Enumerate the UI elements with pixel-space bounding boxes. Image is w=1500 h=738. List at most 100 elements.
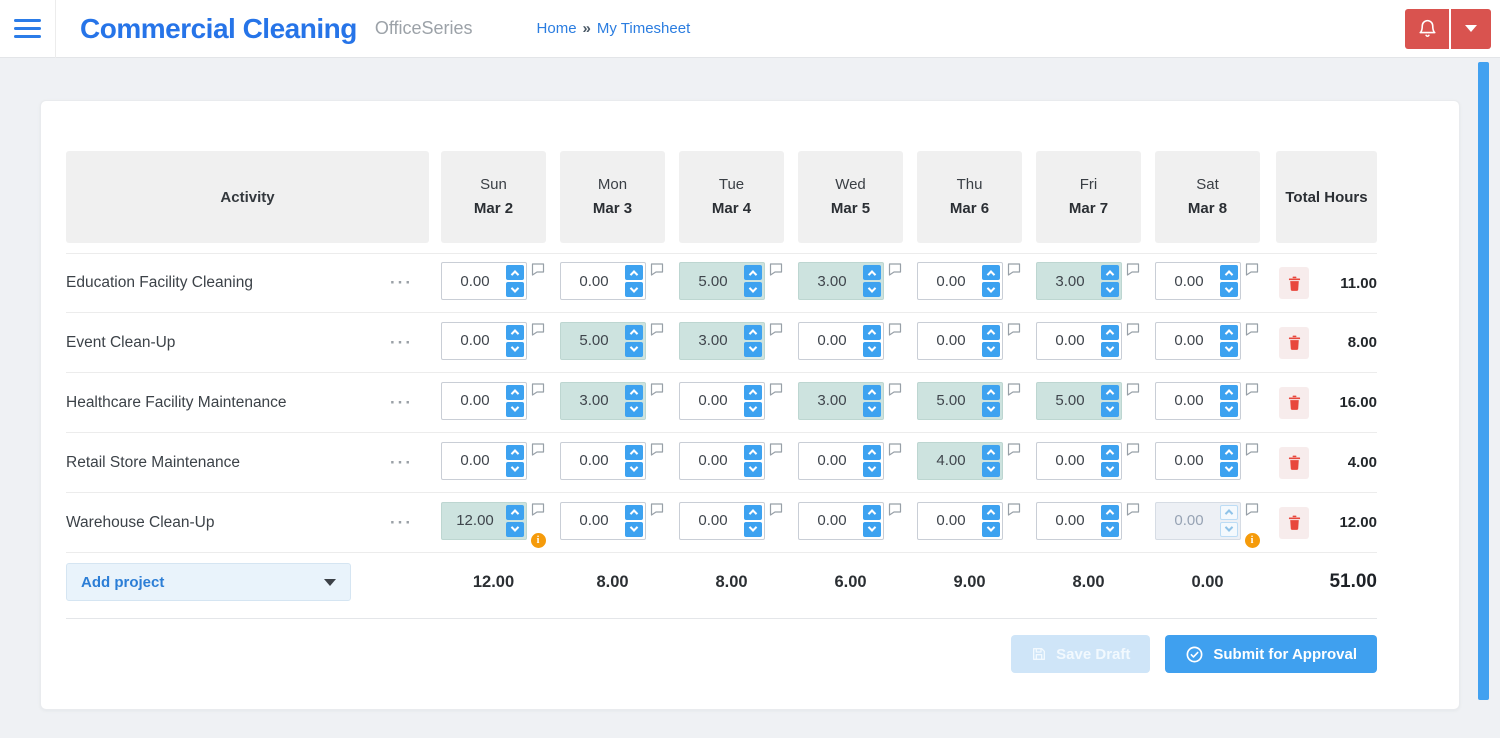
hours-input[interactable]: 0.00 xyxy=(917,262,1003,300)
increment-button[interactable] xyxy=(1101,505,1119,520)
decrement-button[interactable] xyxy=(863,522,881,537)
hours-input[interactable]: 0.00 xyxy=(1036,322,1122,360)
delete-row-button[interactable] xyxy=(1279,447,1309,479)
decrement-button[interactable] xyxy=(744,462,762,477)
increment-button[interactable] xyxy=(863,325,881,340)
hours-input[interactable]: 3.00 xyxy=(798,382,884,420)
increment-button[interactable] xyxy=(625,445,643,460)
decrement-button[interactable] xyxy=(625,282,643,297)
comment-icon[interactable] xyxy=(1126,383,1140,396)
hamburger-icon[interactable] xyxy=(0,0,56,58)
decrement-button[interactable] xyxy=(1220,342,1238,357)
increment-button[interactable] xyxy=(744,505,762,520)
decrement-button[interactable] xyxy=(744,402,762,417)
page-scrollbar-thumb[interactable] xyxy=(1478,62,1489,700)
decrement-button[interactable] xyxy=(1101,402,1119,417)
increment-button[interactable] xyxy=(1220,505,1238,520)
notifications-button[interactable] xyxy=(1405,9,1449,49)
comment-icon[interactable] xyxy=(1007,383,1021,396)
hours-input[interactable]: 3.00 xyxy=(679,322,765,360)
hours-input[interactable]: 3.00 xyxy=(798,262,884,300)
decrement-button[interactable] xyxy=(982,402,1000,417)
decrement-button[interactable] xyxy=(863,462,881,477)
comment-icon[interactable] xyxy=(1126,443,1140,456)
decrement-button[interactable] xyxy=(982,522,1000,537)
hours-input[interactable]: 0.00 xyxy=(917,502,1003,540)
comment-icon[interactable] xyxy=(1245,443,1259,456)
increment-button[interactable] xyxy=(506,385,524,400)
hours-input[interactable]: 0.00 xyxy=(798,502,884,540)
breadcrumb-home-link[interactable]: Home xyxy=(537,20,577,37)
hours-input[interactable]: 0.00 xyxy=(1155,442,1241,480)
comment-icon[interactable] xyxy=(531,383,545,396)
submit-for-approval-button[interactable]: Submit for Approval xyxy=(1165,635,1377,673)
decrement-button[interactable] xyxy=(982,282,1000,297)
comment-icon[interactable] xyxy=(888,383,902,396)
hours-input[interactable]: 0.00 xyxy=(1036,442,1122,480)
hours-input[interactable]: 0.00 xyxy=(679,502,765,540)
hours-input[interactable]: 0.00 xyxy=(560,262,646,300)
increment-button[interactable] xyxy=(744,385,762,400)
comment-icon[interactable] xyxy=(1126,263,1140,276)
comment-icon[interactable] xyxy=(1126,323,1140,336)
save-draft-button[interactable]: Save Draft xyxy=(1011,635,1150,673)
comment-icon[interactable] xyxy=(1245,383,1259,396)
comment-icon[interactable] xyxy=(531,503,545,516)
decrement-button[interactable] xyxy=(863,402,881,417)
hours-input[interactable]: 5.00 xyxy=(679,262,765,300)
hours-input[interactable]: 0.00 xyxy=(798,322,884,360)
breadcrumb-current[interactable]: My Timesheet xyxy=(597,20,690,37)
increment-button[interactable] xyxy=(625,505,643,520)
comment-icon[interactable] xyxy=(769,323,783,336)
increment-button[interactable] xyxy=(982,325,1000,340)
decrement-button[interactable] xyxy=(1101,462,1119,477)
decrement-button[interactable] xyxy=(506,342,524,357)
decrement-button[interactable] xyxy=(1220,402,1238,417)
decrement-button[interactable] xyxy=(625,462,643,477)
increment-button[interactable] xyxy=(1101,265,1119,280)
hours-input[interactable]: 0.00 xyxy=(1036,502,1122,540)
increment-button[interactable] xyxy=(982,445,1000,460)
increment-button[interactable] xyxy=(863,505,881,520)
hours-input[interactable]: 0.00 xyxy=(1155,262,1241,300)
comment-icon[interactable] xyxy=(888,503,902,516)
comment-icon[interactable] xyxy=(1245,263,1259,276)
comment-icon[interactable] xyxy=(531,443,545,456)
comment-icon[interactable] xyxy=(1245,503,1259,516)
delete-row-button[interactable] xyxy=(1279,327,1309,359)
increment-button[interactable] xyxy=(506,265,524,280)
comment-icon[interactable] xyxy=(1007,443,1021,456)
comment-icon[interactable] xyxy=(650,263,664,276)
increment-button[interactable] xyxy=(1101,325,1119,340)
comment-icon[interactable] xyxy=(769,443,783,456)
comment-icon[interactable] xyxy=(1245,323,1259,336)
hours-input[interactable]: 4.00 xyxy=(917,442,1003,480)
row-options-ellipsis-icon[interactable]: ··· xyxy=(390,338,413,348)
decrement-button[interactable] xyxy=(625,342,643,357)
comment-icon[interactable] xyxy=(888,443,902,456)
increment-button[interactable] xyxy=(982,385,1000,400)
hours-input[interactable]: 3.00 xyxy=(1036,262,1122,300)
hours-input[interactable]: 5.00 xyxy=(917,382,1003,420)
increment-button[interactable] xyxy=(863,445,881,460)
increment-button[interactable] xyxy=(982,505,1000,520)
comment-icon[interactable] xyxy=(769,503,783,516)
increment-button[interactable] xyxy=(1101,385,1119,400)
comment-icon[interactable] xyxy=(888,263,902,276)
hours-input[interactable]: 5.00 xyxy=(560,322,646,360)
decrement-button[interactable] xyxy=(506,462,524,477)
hours-input[interactable]: 0.00 xyxy=(1155,322,1241,360)
comment-icon[interactable] xyxy=(650,443,664,456)
hours-input[interactable]: 5.00 xyxy=(1036,382,1122,420)
hours-input[interactable]: 0.00 xyxy=(441,382,527,420)
delete-row-button[interactable] xyxy=(1279,507,1309,539)
decrement-button[interactable] xyxy=(625,402,643,417)
increment-button[interactable] xyxy=(506,445,524,460)
decrement-button[interactable] xyxy=(744,282,762,297)
hours-input[interactable]: 0.00 xyxy=(1155,382,1241,420)
increment-button[interactable] xyxy=(744,325,762,340)
increment-button[interactable] xyxy=(506,325,524,340)
comment-icon[interactable] xyxy=(1007,323,1021,336)
increment-button[interactable] xyxy=(1220,445,1238,460)
decrement-button[interactable] xyxy=(625,522,643,537)
